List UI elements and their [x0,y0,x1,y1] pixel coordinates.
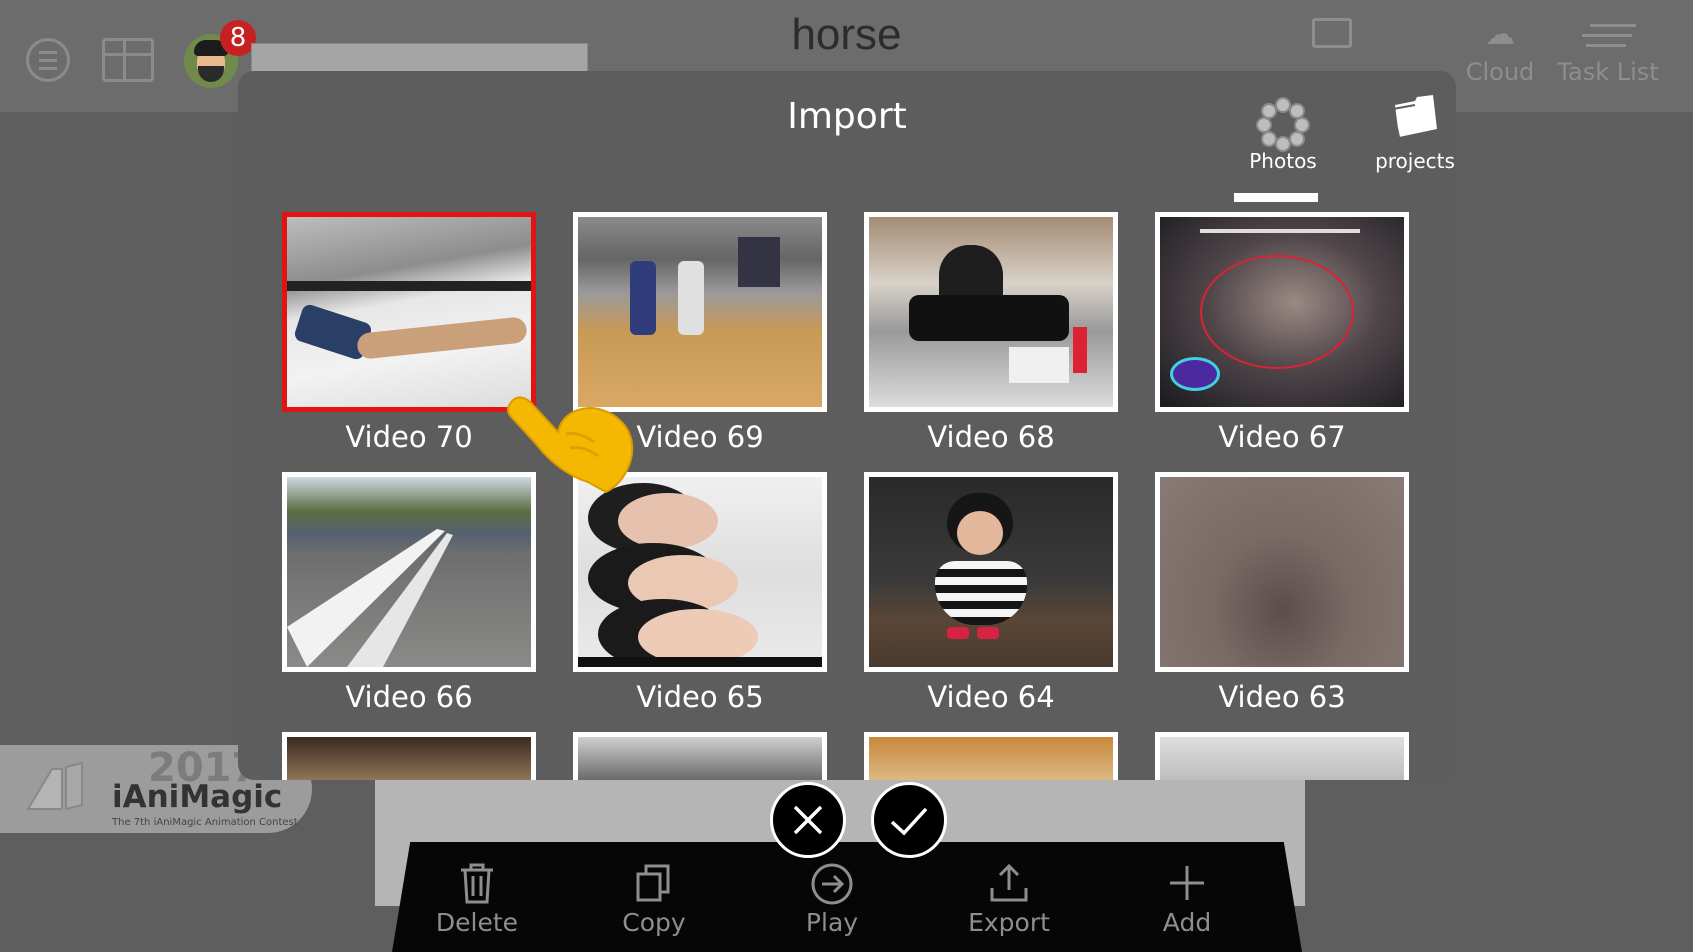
media-thumbnail [864,732,1118,780]
close-icon [793,805,823,835]
media-thumbnail [573,212,827,412]
media-thumbnail [282,732,536,780]
gift-icon[interactable] [102,38,154,82]
media-thumbnail [1155,732,1409,780]
media-item-partial[interactable] [282,732,536,780]
media-item-video-69[interactable]: Video 69 [573,212,827,454]
media-item-video-65[interactable]: Video 65 [573,472,827,714]
trash-icon [461,863,493,904]
media-label: Video 63 [1218,680,1346,714]
folder-icon [1391,95,1437,138]
media-item-partial[interactable] [1155,732,1409,780]
media-thumbnail [864,212,1118,412]
media-thumbnail [864,472,1118,672]
media-label: Video 68 [927,420,1055,454]
tab-projects[interactable]: projects [1360,93,1456,173]
media-item-video-67[interactable]: Video 67 [1155,212,1409,454]
media-label: Video 67 [1218,420,1346,454]
task-list-button[interactable]: Task List [1548,18,1668,86]
media-item-video-70[interactable]: Video 70 [282,212,536,454]
media-thumbnail [573,472,827,672]
export-icon [990,863,1028,902]
media-label: Video 70 [345,420,473,454]
media-thumbnail [1155,472,1409,672]
play-circle-icon [811,863,853,905]
menu-icon[interactable] [26,38,70,82]
screen-button[interactable] [1282,18,1382,54]
media-item-video-66[interactable]: Video 66 [282,472,536,714]
plus-icon [1170,866,1204,900]
media-item-partial[interactable] [573,732,827,780]
media-item-partial[interactable] [864,732,1118,780]
cancel-button[interactable] [770,782,846,858]
cloud-icon: ☁ [1485,17,1515,52]
media-thumbnail [282,212,536,412]
contest-mark-icon [26,761,83,811]
import-dialog: Import Photos projects Video 70 Video 69… [238,71,1456,780]
media-thumbnail [1155,212,1409,412]
add-button[interactable]: Add [1117,862,1257,937]
export-button[interactable]: Export [939,862,1079,937]
tab-photos[interactable]: Photos [1228,93,1338,202]
play-button[interactable]: Play [762,862,902,937]
copy-icon [636,864,670,902]
screen-icon [1312,18,1352,48]
media-thumbnail [573,732,827,780]
media-item-video-63[interactable]: Video 63 [1155,472,1409,714]
media-label: Video 64 [927,680,1055,714]
media-item-video-64[interactable]: Video 64 [864,472,1118,714]
active-tab-indicator [1234,193,1318,202]
media-label: Video 65 [636,680,764,714]
media-item-video-68[interactable]: Video 68 [864,212,1118,454]
flower-icon [1228,93,1338,152]
delete-button[interactable]: Delete [407,862,547,937]
copy-button[interactable]: Copy [584,862,724,937]
media-label: Video 66 [345,680,473,714]
task-list-icon [1578,18,1638,52]
cloud-button[interactable]: ☁ Cloud [1440,17,1560,87]
pointer-hand-icon [506,396,634,494]
check-icon [890,807,928,836]
confirm-button[interactable] [871,782,947,858]
media-thumbnail [282,472,536,672]
